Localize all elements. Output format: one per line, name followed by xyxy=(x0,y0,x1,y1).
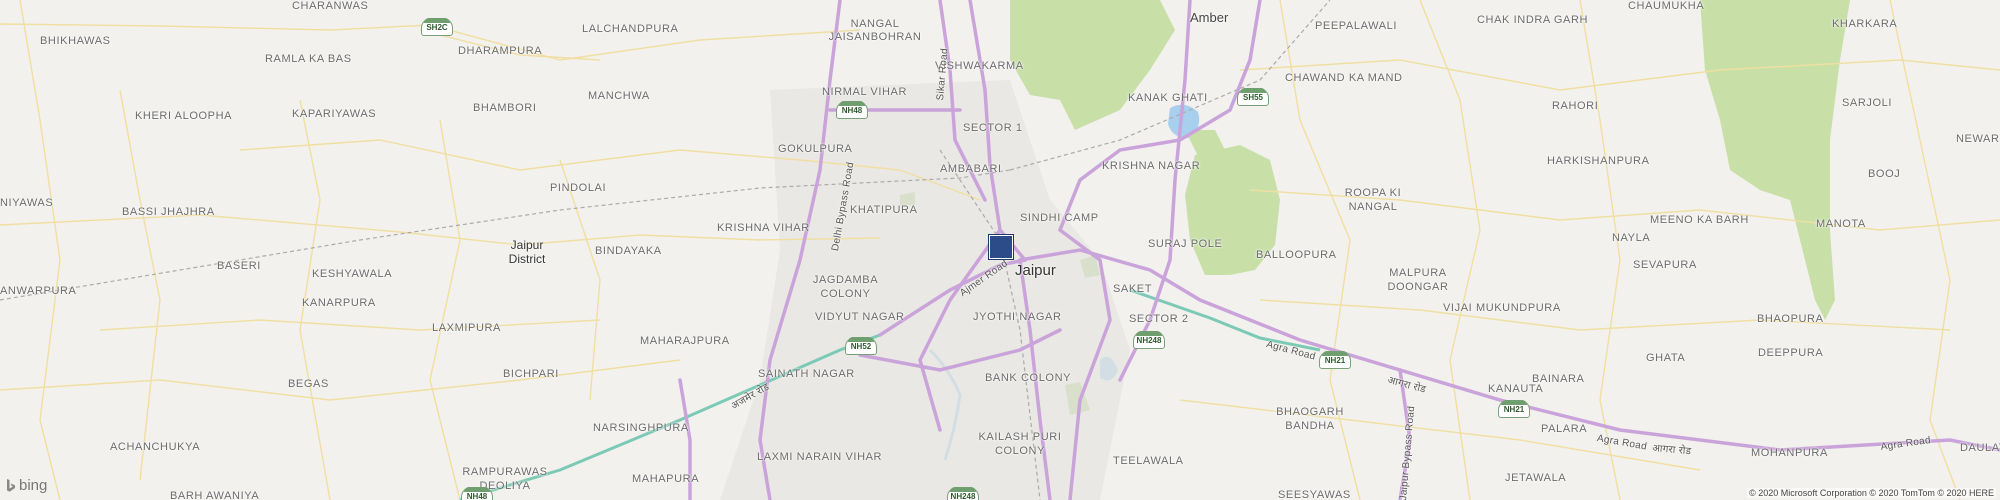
bing-icon xyxy=(7,478,15,492)
locality-label: MALPURA DOONGAR xyxy=(1387,267,1449,293)
locality-label: BANK COLONY xyxy=(985,372,1072,384)
locality-label: GOKULPURA xyxy=(778,143,853,155)
locality-label: SARJOLI xyxy=(1842,97,1893,109)
locality-label: KAILASH PURI COLONY xyxy=(978,431,1062,457)
highway-shield: NH21 xyxy=(1319,351,1351,369)
locality-label: SEESYAWAS xyxy=(1278,489,1351,500)
locality-label: PALARA xyxy=(1541,423,1588,435)
highway-shield: NH48 xyxy=(836,101,868,119)
highway-shield: NH48 xyxy=(461,487,493,500)
locality-label: DEEPPURA xyxy=(1758,347,1824,359)
locality-label: BICHPARI xyxy=(503,368,559,380)
locality-label: BINDAYAKA xyxy=(595,245,662,257)
locality-label: NIYAWAS xyxy=(0,197,54,209)
locality-label: MANOTA xyxy=(1816,218,1866,230)
highway-shield: NH52 xyxy=(845,337,877,355)
locality-label: SEVAPURA xyxy=(1633,259,1697,271)
map-canvas[interactable]: Jaipur Jaipur District Amber CHARANWAS B… xyxy=(0,0,2000,500)
locality-label: SAINATH NAGAR xyxy=(758,368,855,380)
logo-text: bing xyxy=(19,477,48,494)
locality-label: BHAMBORI xyxy=(473,102,537,114)
locality-label: MEENO KA BARH xyxy=(1650,214,1749,226)
locality-label: PINDOLAI xyxy=(550,182,607,194)
locality-label: SECTOR 1 xyxy=(963,122,1023,134)
locality-label: NEWAR xyxy=(1956,133,2000,145)
locality-label: JETAWALA xyxy=(1505,472,1567,484)
locality-label: BHAOGARH BANDHA xyxy=(1276,406,1344,432)
locality-label: DHARAMPURA xyxy=(458,45,543,57)
locality-label: MAHARAJPURA xyxy=(640,335,730,347)
locality-label: SAKET xyxy=(1113,283,1153,295)
locality-label: LALCHANDPURA xyxy=(582,23,679,35)
locality-label: JAGDAMBA COLONY xyxy=(812,274,879,300)
locality-label: KRISHNA VIHAR xyxy=(717,222,810,234)
locality-label: SURAJ POLE xyxy=(1148,238,1223,250)
locality-label: GHATA xyxy=(1646,352,1686,364)
locality-label: AMBABARI xyxy=(940,163,1002,175)
city-label[interactable]: Jaipur xyxy=(1015,262,1056,279)
locality-label: BHIKHAWAS xyxy=(40,35,111,47)
locality-label: KANARPURA xyxy=(302,297,376,309)
locality-label: BASSI JHAJHRA xyxy=(122,206,215,218)
locality-label: HARKISHANPURA xyxy=(1547,155,1650,167)
locality-label: RAHORI xyxy=(1552,100,1599,112)
locality-label: MAHAPURA xyxy=(632,473,700,485)
locality-label: NIRMAL VIHAR xyxy=(822,86,908,98)
locality-label: CHAUMUKHA xyxy=(1628,0,1705,12)
locality-label: BEGAS xyxy=(288,378,329,390)
locality-label: BHAOPURA xyxy=(1757,313,1824,325)
highway-shield: NH248 xyxy=(947,487,979,500)
locality-label: LAXMIPURA xyxy=(432,322,501,334)
locality-label: VIDYUT NAGAR xyxy=(815,311,905,323)
locality-label: CHAK INDRA GARH xyxy=(1477,14,1589,26)
locality-label: ROOPA KI NANGAL xyxy=(1344,187,1402,213)
locality-label: TEELAWALA xyxy=(1113,455,1184,467)
locality-label: KAPARIYAWAS xyxy=(292,108,377,120)
locality-label: LAXMI NARAIN VIHAR xyxy=(757,451,883,463)
locality-label: RAMLA KA BAS xyxy=(265,53,352,65)
locality-label: KHERI ALOOPHA xyxy=(135,110,233,122)
locality-label: KHATIPURA xyxy=(850,204,918,216)
locality-label: MOHANPURA xyxy=(1751,447,1828,459)
highway-shield: SH2C xyxy=(421,18,453,36)
locality-label: MANCHWA xyxy=(588,90,650,102)
locality-label: CHARANWAS xyxy=(292,0,369,12)
district-label: Jaipur District xyxy=(508,238,546,266)
locality-label: KHARKARA xyxy=(1832,18,1898,30)
locality-label: SECTOR 2 xyxy=(1129,313,1189,325)
locality-label: ANWARPURA xyxy=(0,285,77,297)
bing-logo[interactable]: bing xyxy=(6,477,47,494)
locality-label: CHAWAND KA MAND xyxy=(1285,72,1403,84)
locality-label: KANAK GHATI xyxy=(1128,92,1208,104)
locality-label: PEEPALAWALI xyxy=(1315,20,1397,32)
locality-label: KANAUTA xyxy=(1488,383,1544,395)
highway-shield: SH55 xyxy=(1237,88,1269,106)
locality-label: SINDHI CAMP xyxy=(1020,212,1099,224)
highway-shield: NH21 xyxy=(1498,400,1530,418)
location-pin-icon[interactable] xyxy=(989,235,1013,259)
locality-label: NANGAL JAISANBOHRAN xyxy=(828,18,922,43)
locality-label: NAYLA xyxy=(1612,232,1651,244)
locality-label: BALLOOPURA xyxy=(1256,249,1337,261)
locality-label: JYOTHI NAGAR xyxy=(973,311,1062,323)
locality-label: BOOJ xyxy=(1868,168,1901,180)
town-label: Amber xyxy=(1190,10,1229,25)
locality-label: KESHYAWALA xyxy=(312,268,393,280)
locality-label: BARH AWANIYA xyxy=(170,490,260,500)
locality-label: ACHANCHUKYA xyxy=(110,441,201,453)
locality-label: VIJAI MUKUNDPURA xyxy=(1443,302,1561,314)
locality-label: KRISHNA NAGAR xyxy=(1102,160,1201,172)
copyright-notice: © 2020 Microsoft Corporation © 2020 TomT… xyxy=(1747,488,1996,498)
locality-label: BASERI xyxy=(217,260,261,272)
highway-shield: NH248 xyxy=(1133,331,1165,349)
locality-label: DAULAT xyxy=(1960,442,2000,454)
locality-label: NARSINGHPURA xyxy=(593,422,689,434)
